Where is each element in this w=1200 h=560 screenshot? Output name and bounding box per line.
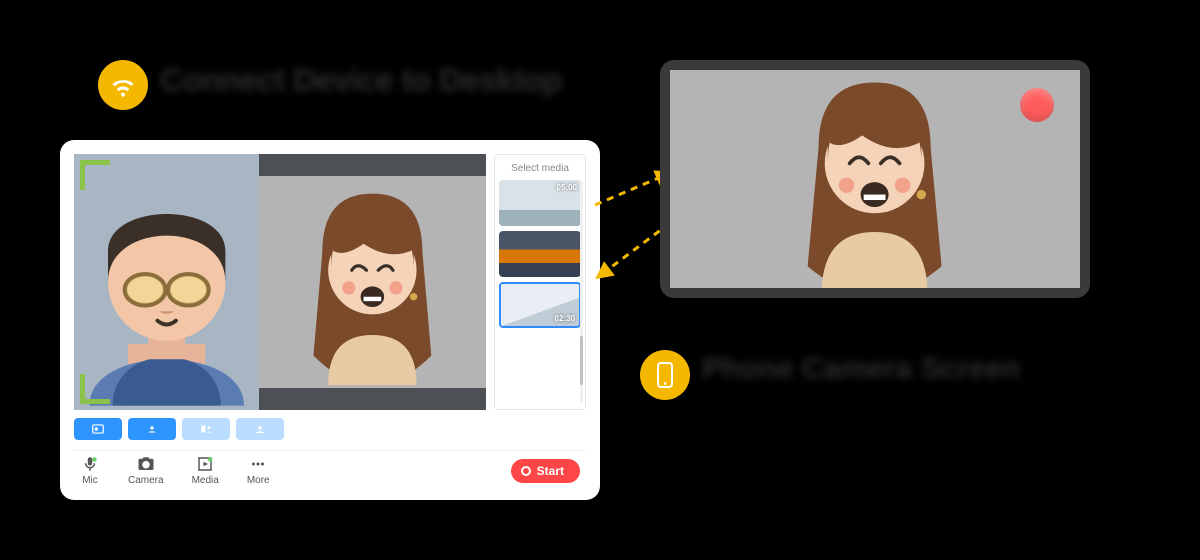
preview-canvas <box>74 154 486 410</box>
phone-device <box>660 60 1090 298</box>
layout-presets-row <box>74 418 586 440</box>
tool-label: More <box>247 475 270 486</box>
tool-label: Media <box>192 475 219 486</box>
start-label: Start <box>537 464 564 478</box>
phone-camera-screen <box>670 70 1080 288</box>
more-icon <box>248 455 268 473</box>
toolbar: Mic Camera Media More Start <box>74 450 586 486</box>
phone-icon <box>657 362 673 388</box>
more-button[interactable]: More <box>247 455 270 486</box>
camera-icon <box>136 455 156 473</box>
mic-button[interactable]: Mic <box>80 455 100 486</box>
phone-heading: Phone Camera Screen <box>702 352 1020 386</box>
media-thumbnail[interactable] <box>499 231 581 277</box>
layout-preset-single[interactable] <box>128 418 176 440</box>
desktop-heading: Connect Device to Desktop <box>160 62 562 99</box>
media-thumbnail[interactable]: 05:00 <box>499 180 581 226</box>
media-scrollbar[interactable] <box>580 181 583 403</box>
media-icon <box>195 455 215 473</box>
mic-icon <box>80 455 100 473</box>
wifi-badge <box>98 60 148 110</box>
tool-label: Camera <box>128 475 164 486</box>
media-button[interactable]: Media <box>192 455 219 486</box>
phone-camera-feed <box>259 154 486 410</box>
media-panel: Select media 05:00 02:30 <box>494 154 586 410</box>
layout-preset-pip[interactable] <box>74 418 122 440</box>
record-button[interactable] <box>1020 88 1054 122</box>
tool-label: Mic <box>82 475 98 486</box>
wifi-icon <box>109 71 137 99</box>
webcam-feed-left <box>74 154 259 410</box>
start-button[interactable]: Start <box>511 459 580 483</box>
layout-preset-full[interactable] <box>236 418 284 440</box>
thumbnail-duration: 02:30 <box>555 314 575 323</box>
crop-corner[interactable] <box>80 374 110 404</box>
media-thumbnail-selected[interactable]: 02:30 <box>499 282 581 328</box>
phone-badge <box>640 350 690 400</box>
camera-button[interactable]: Camera <box>128 455 164 486</box>
crop-corner[interactable] <box>80 160 110 190</box>
thumbnail-duration: 05:00 <box>557 183 577 192</box>
media-panel-title: Select media <box>499 159 581 180</box>
desktop-app-window: Select media 05:00 02:30 <box>60 140 600 500</box>
layout-preset-side[interactable] <box>182 418 230 440</box>
record-icon <box>521 466 531 476</box>
